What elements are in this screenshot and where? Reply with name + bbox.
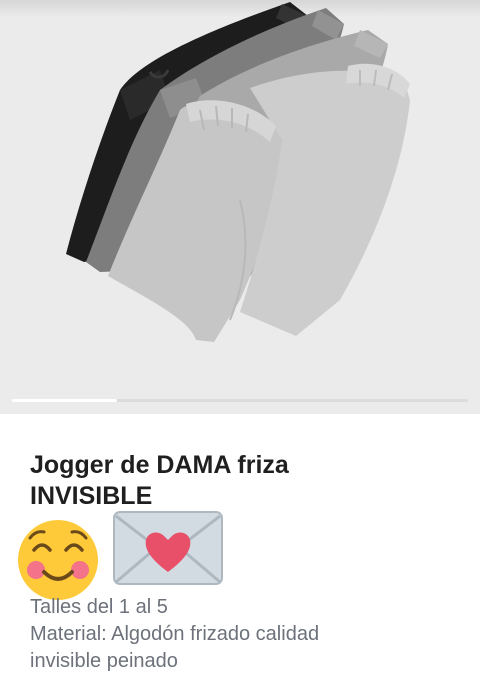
product-details: Jogger de DAMA friza INVISIBLE Talles de… — [0, 414, 480, 694]
description-material: Material: Algodón frizado calidad — [30, 623, 320, 645]
love-letter-icon — [113, 511, 223, 585]
carousel-progress-track — [12, 399, 468, 402]
product-title-line2: INVISIBLE — [30, 482, 153, 510]
product-gallery[interactable] — [0, 0, 480, 414]
description-material-cont: invisible peinado — [30, 650, 178, 672]
product-description: Talles del 1 al 5 Material: Algodón friz… — [30, 594, 460, 675]
smiling-face-icon — [18, 520, 98, 600]
product-title: Jogger de DAMA friza INVISIBLE — [30, 450, 450, 512]
product-title-line1: Jogger de DAMA friza — [30, 451, 289, 479]
carousel-progress-indicator — [12, 399, 117, 402]
emoji-row — [16, 510, 223, 600]
product-image[interactable] — [0, 0, 480, 414]
description-sizes: Talles del 1 al 5 — [30, 596, 168, 618]
